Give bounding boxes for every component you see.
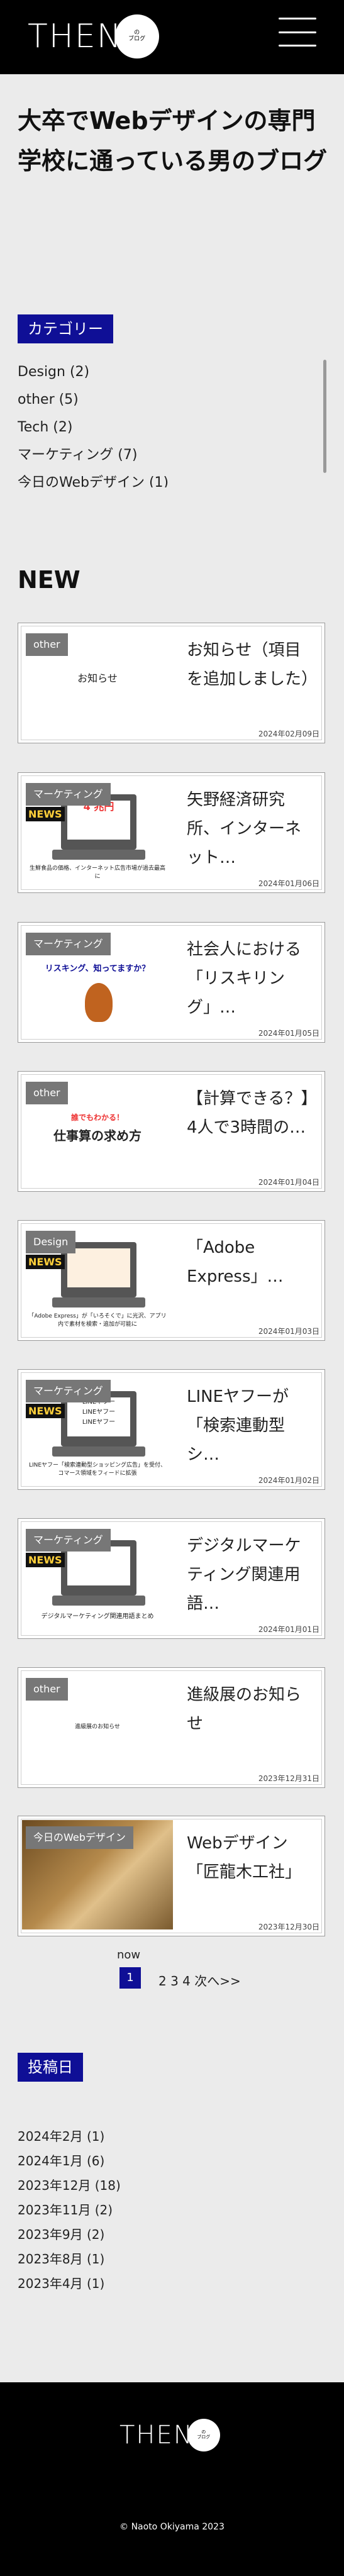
logo-badge-line2: ブログ xyxy=(128,36,146,42)
post-title[interactable]: 矢野経済研究所、インターネット… xyxy=(187,786,316,872)
thumb-text: 生鮮食品の価格、インターネット広告市場が過去最高に xyxy=(29,865,165,880)
post-date: 2023年12月31日 xyxy=(258,1774,319,1783)
logo-badge: の ブログ xyxy=(114,14,159,58)
site-logo[interactable]: THEN の ブログ xyxy=(28,13,159,60)
category-item-marketing[interactable]: マーケティング (7) xyxy=(18,441,326,469)
post-title[interactable]: Webデザイン「匠龍木工社」 xyxy=(187,1829,316,1887)
post-thumbnail: マーケティング NEWS デジタルマーケティング関連用語まとめ xyxy=(22,1523,173,1632)
category-label: マーケティング xyxy=(26,783,111,806)
category-label: other xyxy=(26,1082,68,1104)
news-tag: NEWS xyxy=(26,807,65,821)
thumb-text: LINEヤフー「検索連動型ショッピング広告」を受付、コマース領域をフィードに拡張 xyxy=(28,1462,167,1477)
category-label: マーケティング xyxy=(26,1380,111,1402)
post-card[interactable]: マーケティング NEWS LINEヤフーLINEヤフーLINEヤフー LINEヤ… xyxy=(18,1369,325,1490)
archive-item[interactable]: 2023年11月 (2) xyxy=(18,2198,121,2223)
category-label: other xyxy=(26,633,68,656)
archive-item[interactable]: 2023年8月 (1) xyxy=(18,2247,121,2272)
post-card[interactable]: マーケティング NEWS デジタルマーケティング関連用語まとめ デジタルマーケテ… xyxy=(18,1518,325,1639)
post-date: 2024年01月06日 xyxy=(258,879,319,888)
category-scrollbar[interactable] xyxy=(323,360,326,473)
post-card[interactable]: other お知らせ お知らせ（項目を追加しました） 2024年02月09日 xyxy=(18,623,325,743)
archive-item[interactable]: 2024年2月 (1) xyxy=(18,2124,121,2149)
thumb-text: リスキング、知ってますか？ xyxy=(45,964,150,974)
category-label: マーケティング xyxy=(26,1529,111,1552)
post-date: 2024年01月03日 xyxy=(258,1327,319,1336)
squirrel-icon xyxy=(85,983,113,1022)
new-heading: NEW xyxy=(18,566,80,594)
pagination-current[interactable]: 1 xyxy=(119,1967,141,1989)
archive-item[interactable]: 2023年9月 (2) xyxy=(18,2223,121,2247)
post-date: 2024年01月02日 xyxy=(258,1476,319,1485)
post-thumbnail: other 進級展のお知らせ xyxy=(22,1672,173,1781)
thumb-text: デジタルマーケティング関連用語まとめ xyxy=(41,1613,154,1620)
post-thumbnail: other お知らせ xyxy=(22,627,173,736)
category-label: マーケティング xyxy=(26,933,111,955)
archive-heading: 投稿日 xyxy=(18,2053,83,2082)
post-title[interactable]: デジタルマーケティング関連用語… xyxy=(187,1531,316,1618)
post-thumbnail: マーケティング リスキング、知ってますか？ xyxy=(22,926,173,1036)
post-date: 2024年01月01日 xyxy=(258,1625,319,1634)
archive-list: 2024年2月 (1) 2024年1月 (6) 2023年12月 (18) 20… xyxy=(18,2124,121,2296)
pagination-links[interactable]: 2 3 4 次へ>> xyxy=(158,1971,241,1989)
post-title[interactable]: 社会人における「リスキリング」… xyxy=(187,935,316,1022)
category-label: 今日のWebデザイン xyxy=(26,1826,133,1849)
thumb-text: 進級展のお知らせ xyxy=(75,1724,120,1730)
post-title[interactable]: 進級展のお知らせ xyxy=(187,1680,316,1738)
post-title[interactable]: LINEヤフーが「検索連動型シ… xyxy=(187,1382,316,1469)
category-item-tech[interactable]: Tech (2) xyxy=(18,414,326,441)
category-label: other xyxy=(26,1678,68,1701)
logo-text: THEN xyxy=(28,18,123,55)
post-card[interactable]: other 誰でもわかる！ 仕事算の求め方 【計算できる？】4人で3時間の… 2… xyxy=(18,1071,325,1192)
post-card[interactable]: 今日のWebデザイン Webデザイン「匠龍木工社」 2023年12月30日 xyxy=(18,1816,325,1936)
archive-item[interactable]: 2023年4月 (1) xyxy=(18,2272,121,2296)
post-thumbnail: Design NEWS 「Adobe Express」が「いろそくで」に光沢、ア… xyxy=(22,1224,173,1334)
archive-item[interactable]: 2023年12月 (18) xyxy=(18,2174,121,2198)
post-date: 2024年01月05日 xyxy=(258,1029,319,1038)
site-header: THEN の ブログ xyxy=(0,0,344,74)
news-tag: NEWS xyxy=(26,1404,65,1418)
post-date: 2023年12月30日 xyxy=(258,1923,319,1931)
thumb-subtext: 誰でもわかる！ xyxy=(70,1113,124,1122)
post-date: 2024年02月09日 xyxy=(258,730,319,738)
category-label: Design xyxy=(26,1231,76,1253)
news-tag: NEWS xyxy=(26,1553,65,1567)
post-card[interactable]: マーケティング リスキング、知ってますか？ 社会人における「リスキリング」… 2… xyxy=(18,922,325,1043)
footer-logo-badge: の ブログ xyxy=(187,2419,220,2451)
post-card[interactable]: other 進級展のお知らせ 進級展のお知らせ 2023年12月31日 xyxy=(18,1667,325,1788)
pagination-label: now xyxy=(117,1948,141,1962)
footer-logo-text: THEN xyxy=(119,2421,194,2450)
site-footer: THEN の ブログ © Naoto Okiyama 2023 xyxy=(0,2382,344,2576)
page-title: 大卒でWebデザインの専門学校に通っている男のブログ xyxy=(18,107,328,175)
post-date: 2024年01月04日 xyxy=(258,1178,319,1187)
category-heading: カテゴリー xyxy=(18,314,113,343)
category-list: Design (2) other (5) Tech (2) マーケティング (7… xyxy=(18,358,326,487)
post-thumbnail: other 誰でもわかる！ 仕事算の求め方 xyxy=(22,1075,173,1185)
post-title[interactable]: 「Adobe Express」… xyxy=(187,1233,316,1291)
post-card[interactable]: Design NEWS 「Adobe Express」が「いろそくで」に光沢、ア… xyxy=(18,1220,325,1341)
post-thumbnail: マーケティング NEWS 4 兆円 生鮮食品の価格、インターネット広告市場が過去… xyxy=(22,777,173,886)
copyright: © Naoto Okiyama 2023 xyxy=(119,2522,225,2532)
footer-logo[interactable]: THEN の ブログ xyxy=(119,2419,220,2451)
category-item-today-webdesign[interactable]: 今日のWebデザイン (1) xyxy=(18,469,326,487)
post-title[interactable]: お知らせ（項目を追加しました） xyxy=(187,636,318,694)
thumb-text: 仕事算の求め方 xyxy=(53,1128,141,1143)
post-title[interactable]: 【計算できる？】4人で3時間の… xyxy=(187,1084,316,1142)
post-thumbnail: マーケティング NEWS LINEヤフーLINEヤフーLINEヤフー LINEヤ… xyxy=(22,1374,173,1483)
post-thumbnail: 今日のWebデザイン xyxy=(22,1820,173,1929)
news-tag: NEWS xyxy=(26,1255,65,1269)
category-item-design[interactable]: Design (2) xyxy=(18,358,326,386)
post-card[interactable]: マーケティング NEWS 4 兆円 生鮮食品の価格、インターネット広告市場が過去… xyxy=(18,772,325,893)
menu-icon[interactable] xyxy=(279,18,316,47)
category-item-other[interactable]: other (5) xyxy=(18,386,326,414)
thumb-text: 「Adobe Express」が「いろそくで」に光沢、アプリ内で素材を検索・追加… xyxy=(28,1313,167,1328)
thumb-text: お知らせ xyxy=(77,672,118,684)
archive-item[interactable]: 2024年1月 (6) xyxy=(18,2149,121,2174)
